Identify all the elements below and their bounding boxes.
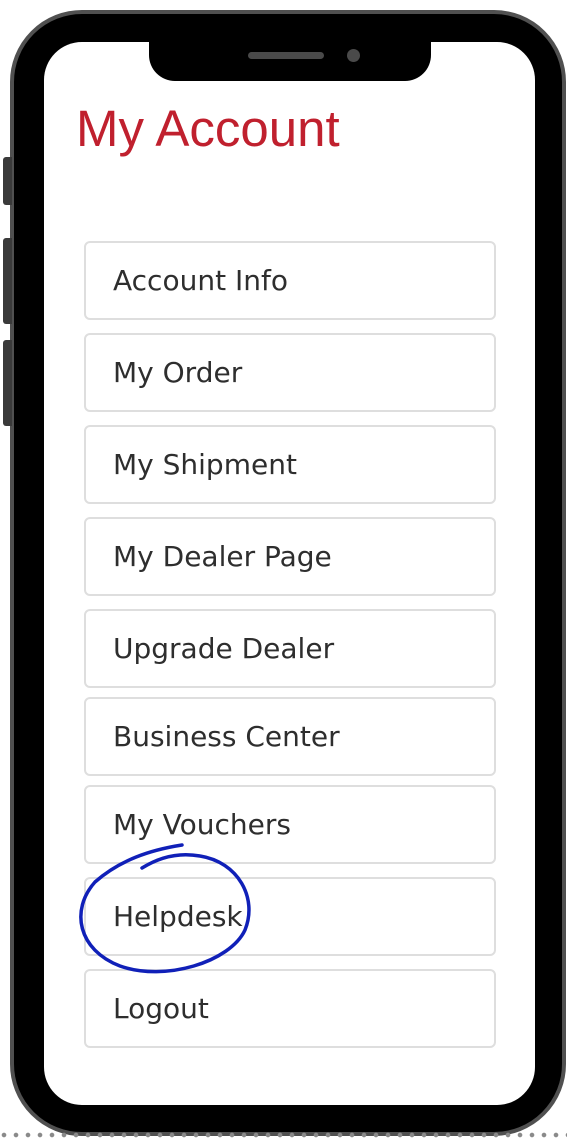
- menu-item-label: Helpdesk: [113, 900, 243, 933]
- menu-item-label: My Vouchers: [113, 808, 291, 841]
- menu-item-upgrade-dealer[interactable]: Upgrade Dealer: [84, 609, 496, 688]
- menu-item-label: Business Center: [113, 720, 340, 753]
- menu-item-my-order[interactable]: My Order: [84, 333, 496, 412]
- phone-notch: [149, 38, 431, 81]
- menu-item-helpdesk[interactable]: Helpdesk: [84, 877, 496, 956]
- menu-item-label: Upgrade Dealer: [113, 632, 335, 665]
- menu-item-account-info[interactable]: Account Info: [84, 241, 496, 320]
- mute-switch: [3, 157, 12, 205]
- menu-item-my-dealer-page[interactable]: My Dealer Page: [84, 517, 496, 596]
- menu-item-label: Logout: [113, 992, 209, 1025]
- menu-item-label: My Shipment: [113, 448, 297, 481]
- volume-down-button: [3, 340, 12, 426]
- menu-item-my-shipment[interactable]: My Shipment: [84, 425, 496, 504]
- menu-item-label: Account Info: [113, 264, 288, 297]
- front-camera: [347, 49, 360, 62]
- menu-item-label: My Dealer Page: [113, 540, 332, 573]
- menu-item-logout[interactable]: Logout: [84, 969, 496, 1048]
- page-title: My Account: [76, 100, 340, 157]
- dotted-divider: [0, 1131, 567, 1139]
- volume-up-button: [3, 238, 12, 324]
- menu-item-business-center[interactable]: Business Center: [84, 697, 496, 776]
- speaker-grille: [248, 52, 324, 59]
- menu-item-label: My Order: [113, 356, 243, 389]
- menu-item-my-vouchers[interactable]: My Vouchers: [84, 785, 496, 864]
